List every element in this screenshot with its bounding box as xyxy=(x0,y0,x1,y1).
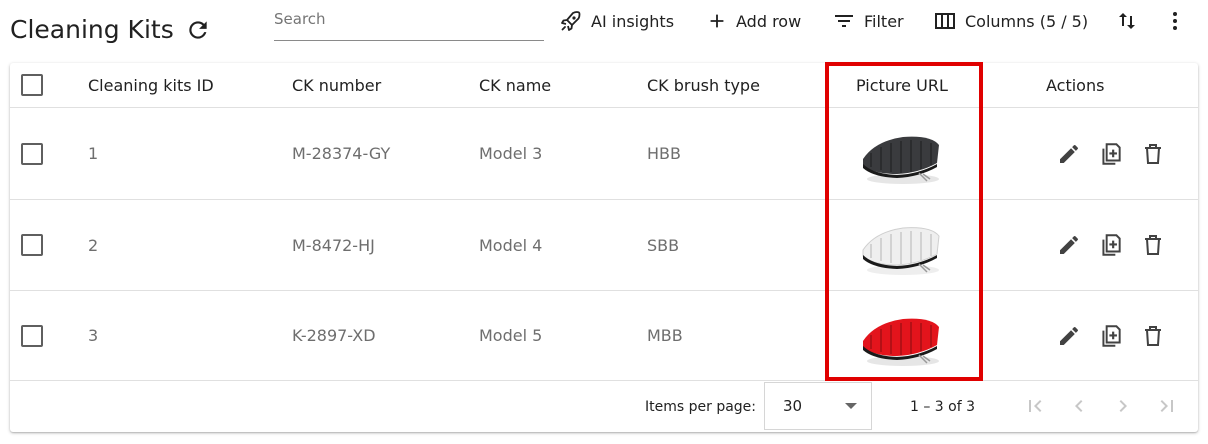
duplicate-button[interactable] xyxy=(1095,229,1127,261)
sort-button[interactable] xyxy=(1112,6,1142,36)
cell-ck-name: Model 5 xyxy=(479,326,543,345)
pagination-range: 1 – 3 of 3 xyxy=(910,398,976,415)
cell-ck-number: K-2897-XD xyxy=(292,326,376,345)
row-checkbox[interactable] xyxy=(21,324,43,347)
row-select-cell xyxy=(21,108,43,199)
brush-picture xyxy=(862,227,940,275)
row-actions xyxy=(1053,108,1169,199)
page-header: Cleaning Kits AI insights Add row Filter… xyxy=(0,0,1208,64)
select-all-checkbox[interactable] xyxy=(21,74,43,96)
column-header-actions: Actions xyxy=(1046,75,1105,95)
filter-label: Filter xyxy=(864,11,904,31)
columns-button[interactable]: Columns (5 / 5) xyxy=(933,6,1088,36)
previous-page-button[interactable] xyxy=(1065,392,1093,420)
select-all-cell xyxy=(21,63,43,107)
cell-id: 2 xyxy=(88,235,99,255)
table-row: 2 M-8472-HJ Model 4 SBB xyxy=(10,200,1198,291)
cell-picture xyxy=(857,291,947,380)
trash-icon xyxy=(1145,325,1161,346)
add-row-button[interactable]: Add row xyxy=(706,6,801,36)
plus-icon xyxy=(710,14,724,28)
row-actions xyxy=(1053,200,1169,290)
cell-brush-type: HBB xyxy=(647,144,681,163)
search-input[interactable] xyxy=(274,4,544,34)
cell-ck-name: Model 4 xyxy=(479,235,543,255)
duplicate-icon xyxy=(1102,142,1121,165)
first-page-icon xyxy=(1029,400,1042,412)
columns-label: Columns (5 / 5) xyxy=(965,11,1089,31)
cell-ck-number: M-8472-HJ xyxy=(292,235,375,255)
duplicate-icon xyxy=(1102,234,1121,256)
search-field[interactable] xyxy=(274,4,544,41)
row-checkbox[interactable] xyxy=(21,142,43,165)
items-per-page-select[interactable]: 30 xyxy=(764,382,872,430)
filter-button[interactable]: Filter xyxy=(832,6,904,36)
items-per-page-value: 30 xyxy=(783,397,803,415)
filter-icon xyxy=(835,15,853,27)
ai-insights-button[interactable]: AI insights xyxy=(559,6,674,36)
data-table: Cleaning kits ID CK number CK name CK br… xyxy=(10,63,1198,432)
table-paginator: Items per page: 30 1 – 3 of 3 xyxy=(10,381,1198,432)
cell-id: 1 xyxy=(88,144,99,163)
pencil-icon xyxy=(1060,326,1079,345)
columns-icon xyxy=(935,13,955,29)
cell-picture xyxy=(857,200,947,290)
row-select-cell xyxy=(21,200,43,290)
items-per-page-label: Items per page: xyxy=(645,398,757,415)
edit-button[interactable] xyxy=(1053,320,1085,352)
more-options-button[interactable] xyxy=(1160,6,1190,36)
edit-button[interactable] xyxy=(1053,138,1085,170)
delete-button[interactable] xyxy=(1137,229,1169,261)
table-header-row: Cleaning kits ID CK number CK name CK br… xyxy=(10,63,1198,108)
column-header-brush-type[interactable]: CK brush type xyxy=(647,63,760,107)
cell-id: 3 xyxy=(88,326,99,345)
trash-icon xyxy=(1145,143,1161,164)
last-page-icon xyxy=(1160,400,1173,412)
chevron-right-icon xyxy=(1119,400,1127,412)
duplicate-icon xyxy=(1102,324,1121,347)
cell-brush-type: SBB xyxy=(647,235,680,255)
delete-button[interactable] xyxy=(1137,138,1169,170)
brush-picture xyxy=(863,318,939,366)
edit-button[interactable] xyxy=(1053,229,1085,261)
page-title: Cleaning Kits xyxy=(10,15,174,44)
refresh-button[interactable] xyxy=(184,16,212,44)
cell-ck-number: M-28374-GY xyxy=(292,144,391,163)
brush-picture xyxy=(863,136,939,184)
add-row-label: Add row xyxy=(736,11,802,31)
ai-insights-label: AI insights xyxy=(591,11,675,31)
column-header-ck-number[interactable]: CK number xyxy=(292,63,381,107)
next-page-button[interactable] xyxy=(1109,392,1137,420)
refresh-icon xyxy=(189,21,207,39)
column-header-picture-url[interactable]: Picture URL xyxy=(856,63,948,107)
duplicate-button[interactable] xyxy=(1095,320,1127,352)
pencil-icon xyxy=(1060,235,1079,254)
more-vertical-icon xyxy=(1173,12,1177,30)
table-row: 1 M-28374-GY Model 3 HBB xyxy=(10,108,1198,200)
rocket-icon xyxy=(561,11,581,31)
column-header-id[interactable]: Cleaning kits ID xyxy=(88,63,214,107)
cell-ck-name: Model 3 xyxy=(479,144,543,163)
last-page-button[interactable] xyxy=(1153,392,1181,420)
first-page-button[interactable] xyxy=(1021,392,1049,420)
duplicate-button[interactable] xyxy=(1095,138,1127,170)
cell-brush-type: MBB xyxy=(647,326,683,345)
chevron-left-icon xyxy=(1075,400,1083,412)
table-row: 3 K-2897-XD Model 5 MBB xyxy=(10,291,1198,381)
row-checkbox[interactable] xyxy=(21,234,43,256)
delete-button[interactable] xyxy=(1137,320,1169,352)
dropdown-caret-icon xyxy=(845,403,857,409)
row-actions xyxy=(1053,291,1169,380)
row-select-cell xyxy=(21,291,43,380)
trash-icon xyxy=(1145,235,1161,255)
cell-picture xyxy=(857,108,947,199)
pencil-icon xyxy=(1060,144,1079,163)
column-header-ck-name[interactable]: CK name xyxy=(479,63,551,107)
sort-arrows-icon xyxy=(1119,13,1135,29)
